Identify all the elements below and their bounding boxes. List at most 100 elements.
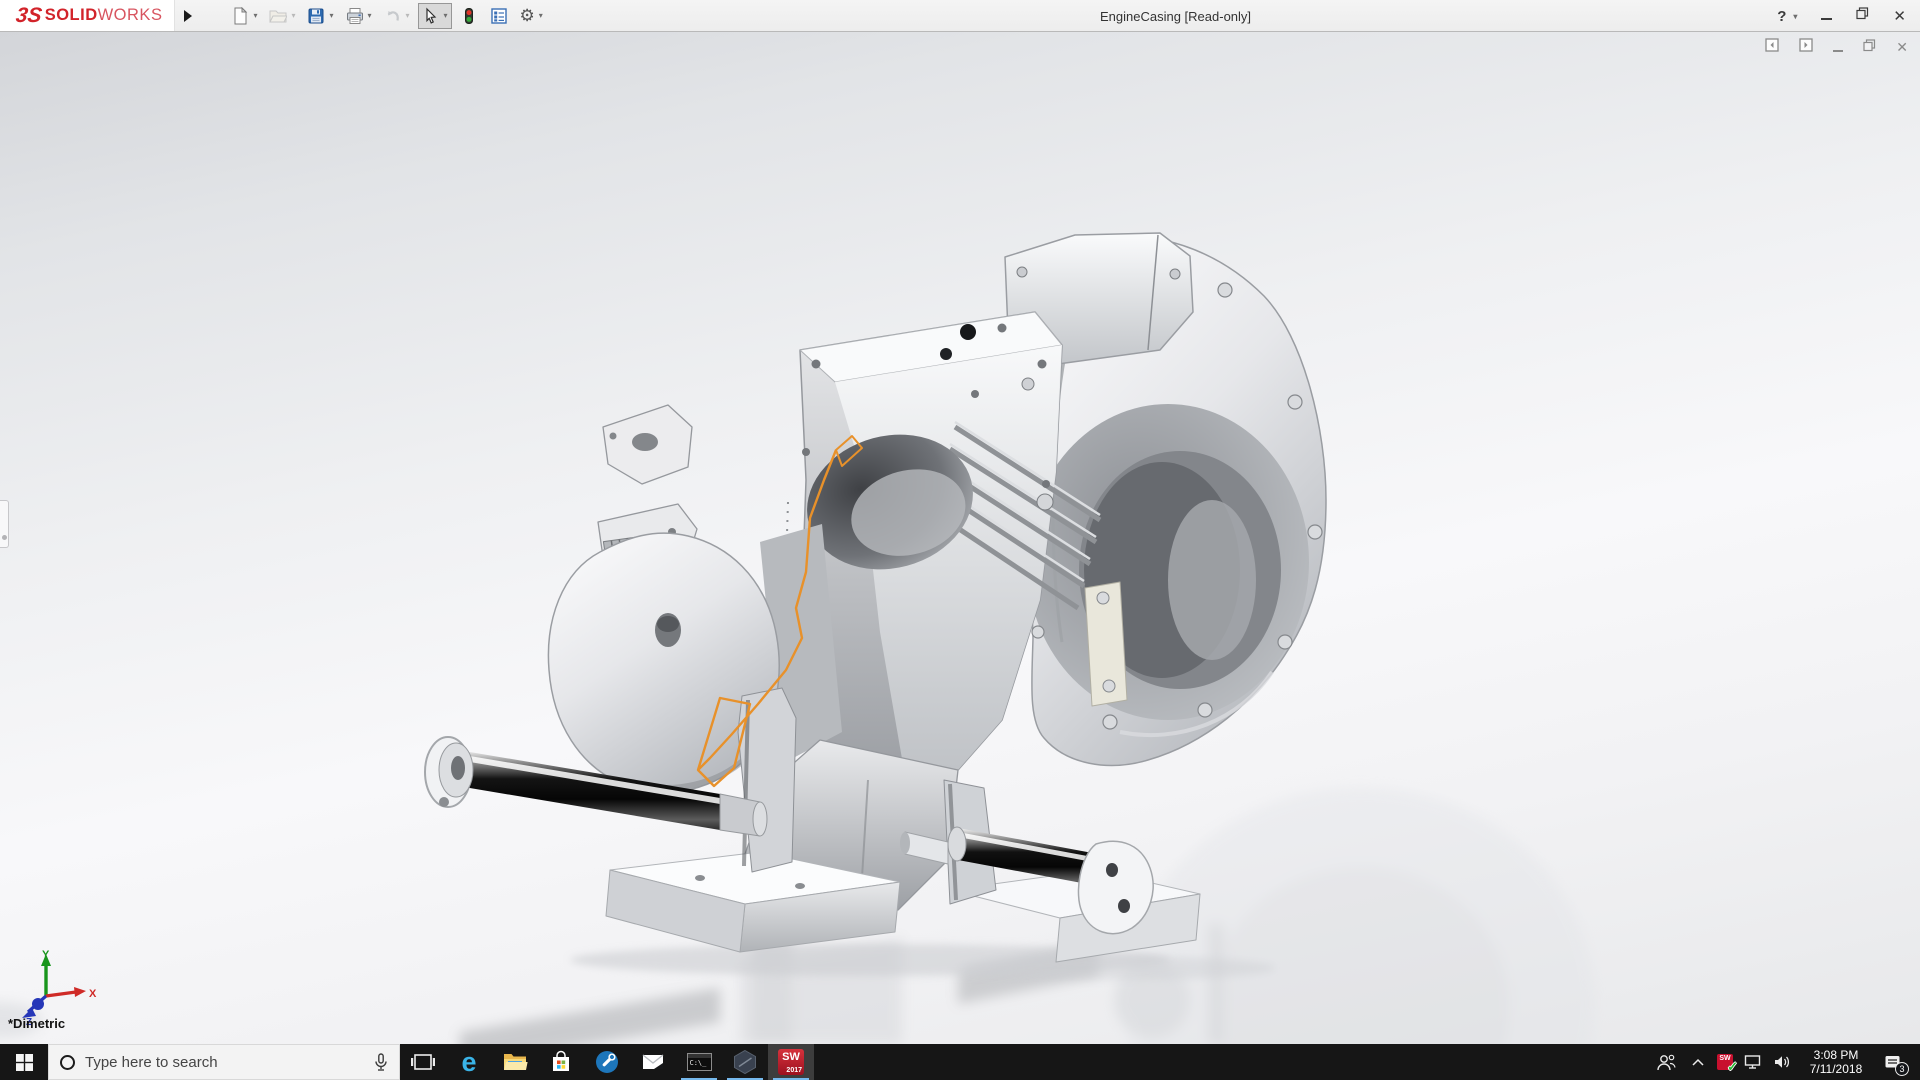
new-document-button[interactable]: ▾: [227, 3, 261, 29]
triad-x-label: X: [89, 988, 97, 1000]
tray-overflow-button[interactable]: [1685, 1044, 1711, 1080]
edge-icon: e: [461, 1049, 476, 1075]
print-button[interactable]: ▾: [342, 3, 376, 29]
taskbar-clock[interactable]: 3:08 PM 7/11/2018: [1797, 1044, 1875, 1080]
menu-expand-arrow[interactable]: [177, 3, 199, 29]
taskbar-cad-utility[interactable]: [722, 1044, 768, 1080]
wrench-circle-icon: [594, 1049, 620, 1075]
windows-taskbar: e: [0, 1044, 1920, 1080]
solidworks-2017-icon: SW 2017: [778, 1049, 804, 1075]
people-icon: [1656, 1054, 1676, 1071]
model-shadow: [965, 956, 1275, 980]
file-properties-icon: [490, 7, 508, 25]
clock-date: 7/11/2018: [1810, 1062, 1863, 1076]
speaker-icon: [1773, 1054, 1791, 1070]
save-floppy-icon: [307, 7, 325, 25]
tray-solidworks-status[interactable]: SW ✓: [1711, 1044, 1739, 1080]
help-icon: ?: [1777, 8, 1786, 25]
command-prompt-text: C:\_: [690, 1059, 707, 1067]
doc-close-button[interactable]: ✕: [1896, 39, 1908, 57]
window-controls: ? ▾ ✕: [1777, 0, 1906, 32]
solidworks-logo-mark: 3S: [14, 0, 44, 31]
title-bar: 3S SOLID WORKS ▾ ▾: [0, 0, 1920, 32]
windows-logo-icon: [16, 1054, 33, 1071]
doc-restore-button[interactable]: [1863, 39, 1876, 57]
dropdown-arrow-icon[interactable]: ▾: [368, 11, 372, 20]
save-button[interactable]: ▾: [303, 3, 337, 29]
dropdown-arrow-icon[interactable]: ▾: [253, 11, 257, 20]
dropdown-arrow-icon: ▾: [1793, 12, 1797, 21]
store-icon: [548, 1049, 574, 1075]
taskbar-search[interactable]: [48, 1044, 400, 1080]
microphone-icon[interactable]: [374, 1053, 388, 1072]
options-button[interactable]: ⚙ ▾: [516, 3, 547, 29]
network-button[interactable]: [1739, 1044, 1767, 1080]
taskbar-edge[interactable]: e: [446, 1044, 492, 1080]
notification-count-badge: 3: [1895, 1062, 1909, 1076]
quick-access-toolbar: ▾ ▾ ▾: [227, 3, 550, 29]
sw-badge-year: 2017: [786, 1067, 802, 1074]
close-icon: ✕: [1893, 8, 1906, 25]
brand-text-solid: SOLID: [45, 6, 98, 25]
rebuild-button[interactable]: [456, 3, 482, 29]
taskbar-apps: e: [400, 1044, 814, 1080]
doc-minimize-button[interactable]: [1833, 39, 1843, 57]
taskbar-store[interactable]: [538, 1044, 584, 1080]
minimize-button[interactable]: [1821, 7, 1832, 25]
minimize-icon: [1821, 18, 1832, 20]
chevron-up-icon: [1692, 1058, 1704, 1066]
taskbar-command-prompt[interactable]: C:\_: [676, 1044, 722, 1080]
cortana-search-icon: [60, 1055, 75, 1070]
window-title: EngineCasing [Read-only]: [1100, 9, 1251, 24]
graphics-viewport[interactable]: ✕ Y X Z *Dimetric: [0, 32, 1920, 1044]
mail-icon: [640, 1049, 666, 1075]
open-button[interactable]: ▾: [265, 3, 299, 29]
taskbar-utility-app[interactable]: [584, 1044, 630, 1080]
file-explorer-icon: [502, 1049, 528, 1075]
dropdown-arrow-icon[interactable]: ▾: [444, 11, 448, 20]
close-icon: ✕: [1896, 39, 1908, 55]
volume-button[interactable]: [1767, 1044, 1797, 1080]
start-button[interactable]: [0, 1044, 48, 1080]
file-properties-button[interactable]: [486, 3, 512, 29]
network-icon: [1744, 1054, 1762, 1070]
undo-icon: [384, 7, 402, 25]
command-prompt-icon: C:\_: [687, 1053, 712, 1071]
system-tray: SW ✓ 3:08 PM 7/11/201: [1647, 1044, 1920, 1080]
solidworks-window: 3S SOLID WORKS ▾ ▾: [0, 0, 1920, 1080]
solidworks-logo: 3S SOLID WORKS: [0, 0, 175, 31]
search-input[interactable]: [85, 1054, 364, 1071]
restore-button[interactable]: [1856, 7, 1869, 25]
taskbar-mail[interactable]: [630, 1044, 676, 1080]
minimize-icon: [1833, 50, 1843, 52]
people-button[interactable]: [1647, 1044, 1685, 1080]
task-view-button[interactable]: [400, 1044, 446, 1080]
solidworks-tray-icon: SW ✓: [1717, 1054, 1733, 1070]
action-center-button[interactable]: 3: [1875, 1044, 1911, 1080]
expand-pane-right-button[interactable]: [1799, 38, 1813, 57]
check-icon: ✓: [1727, 1059, 1738, 1075]
engine-casing-model[interactable]: [0, 32, 1920, 1044]
close-button[interactable]: ✕: [1893, 7, 1906, 26]
tab-dot: [2, 535, 7, 540]
taskbar-solidworks[interactable]: SW 2017: [768, 1044, 814, 1080]
print-icon: [346, 7, 364, 25]
pane-right-icon: [1799, 38, 1813, 52]
restore-icon: [1856, 7, 1869, 20]
restore-icon: [1863, 39, 1876, 52]
hexagon-app-icon: [732, 1049, 758, 1075]
taskbar-file-explorer[interactable]: [492, 1044, 538, 1080]
engine-casing-assembly: [425, 233, 1326, 962]
open-folder-icon: [269, 7, 287, 25]
undo-button[interactable]: ▾: [380, 3, 414, 29]
collapse-pane-left-button[interactable]: [1765, 38, 1779, 57]
dropdown-arrow-icon[interactable]: ▾: [539, 11, 543, 20]
dropdown-arrow-icon: ▾: [291, 11, 295, 20]
help-button[interactable]: ? ▾: [1777, 8, 1797, 25]
select-tool-button[interactable]: ▾: [418, 3, 452, 29]
pane-left-icon: [1765, 38, 1779, 52]
dropdown-arrow-icon[interactable]: ▾: [329, 11, 333, 20]
triad-y-label: Y: [42, 949, 50, 961]
select-cursor-icon: [422, 7, 440, 25]
feature-manager-collapsed-tab[interactable]: [0, 500, 9, 548]
